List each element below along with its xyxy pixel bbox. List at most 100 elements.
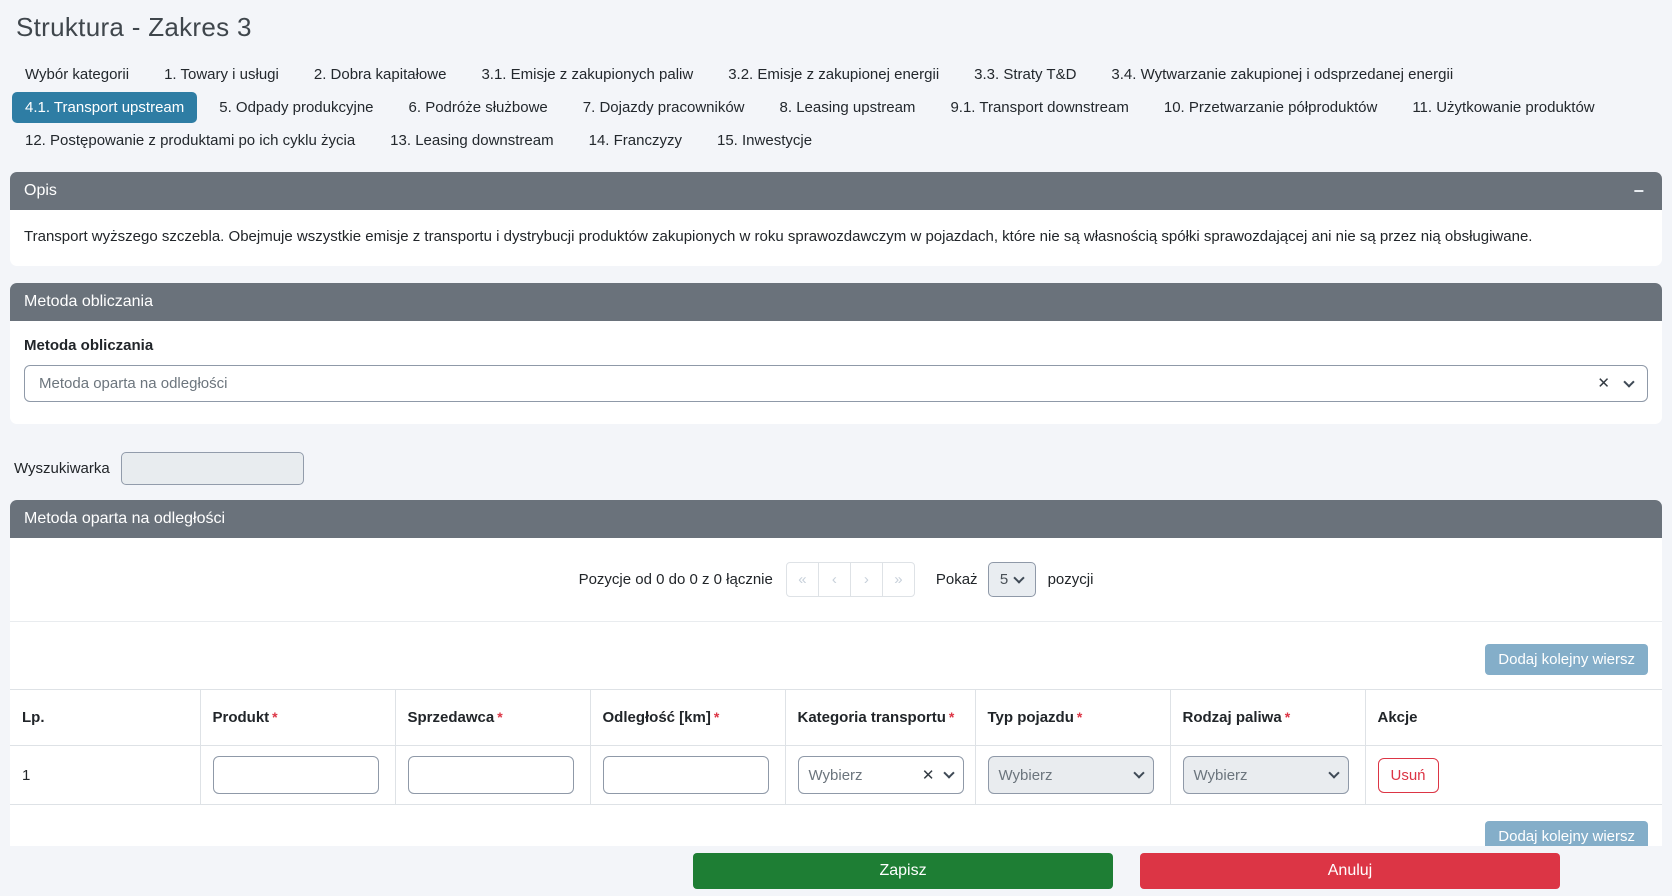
clear-icon[interactable]: ✕ bbox=[1597, 376, 1610, 391]
column-header-lp: Lp. bbox=[10, 689, 201, 746]
column-label: Kategoria transportu bbox=[797, 709, 946, 726]
metoda-header-label: Metoda obliczania bbox=[24, 293, 153, 310]
metoda-field-label: Metoda obliczania bbox=[24, 337, 154, 354]
collapse-minus-icon[interactable]: − bbox=[1629, 182, 1648, 200]
page-prev-button[interactable]: ‹ bbox=[817, 562, 851, 597]
column-header-kategoria-transportu: Kategoria transportu * bbox=[785, 689, 976, 746]
column-header-produkt: Produkt * bbox=[200, 689, 396, 746]
chevron-down-icon bbox=[1013, 571, 1025, 584]
required-asterisk: * bbox=[713, 709, 720, 725]
tab-13-leasing-downstream[interactable]: 13. Leasing downstream bbox=[377, 125, 566, 156]
column-label: Odległość [km] bbox=[602, 709, 711, 726]
opis-description-text: Transport wyższego szczebla. Obejmuje ws… bbox=[24, 228, 1533, 245]
tab-10-przetwarzanie-polproduktow[interactable]: 10. Przetwarzanie półproduktów bbox=[1151, 92, 1390, 123]
column-label: Lp. bbox=[22, 709, 45, 726]
metoda-obliczania-select[interactable]: Metoda oparta na odległości ✕ bbox=[24, 365, 1648, 402]
produkt-input[interactable] bbox=[212, 756, 379, 794]
typ-pojazdu-placeholder: Wybierz bbox=[998, 766, 1053, 784]
search-label: Wyszukiwarka bbox=[14, 460, 110, 477]
tab-15-inwestycje[interactable]: 15. Inwestycje bbox=[704, 125, 825, 156]
tab-5-odpady-produkcyjne[interactable]: 5. Odpady produkcyjne bbox=[206, 92, 386, 123]
tab-1-towary-i-uslugi[interactable]: 1. Towary i usługi bbox=[151, 59, 292, 90]
cell-typ-pojazdu: Wybierz bbox=[975, 745, 1171, 805]
tab-7-dojazdy-pracownikow[interactable]: 7. Dojazdy pracowników bbox=[570, 92, 758, 123]
kategoria-select-icons: ✕ bbox=[922, 767, 955, 783]
tab-11-uzytkowanie-produktow[interactable]: 11. Użytkowanie produktów bbox=[1399, 92, 1607, 123]
typ-pojazdu-select[interactable]: Wybierz bbox=[987, 756, 1154, 794]
required-asterisk: * bbox=[948, 709, 955, 725]
tab-3-3-straty-td[interactable]: 3.3. Straty T&D bbox=[961, 59, 1089, 90]
distance-method-table: Lp. Produkt * Sprzedawca * Odległość [km] *… bbox=[10, 689, 1662, 805]
pager-group: « ‹ › » bbox=[785, 562, 915, 597]
cancel-button[interactable]: Anuluj bbox=[1140, 853, 1560, 889]
tab-2-dobra-kapitalowe[interactable]: 2. Dobra kapitałowe bbox=[301, 59, 460, 90]
delete-row-button[interactable]: Usuń bbox=[1377, 757, 1439, 793]
column-label: Typ pojazdu bbox=[987, 709, 1074, 726]
cell-produkt bbox=[200, 745, 396, 805]
tab-12-postepowanie-z-produktami[interactable]: 12. Postępowanie z produktami po ich cyk… bbox=[12, 125, 368, 156]
page-last-button[interactable]: » bbox=[881, 562, 915, 597]
distance-method-header-label: Metoda oparta na odległości bbox=[24, 510, 226, 527]
cell-lp: 1 bbox=[10, 745, 201, 805]
add-row-bar-top: Dodaj kolejny wiersz bbox=[10, 622, 1662, 689]
metoda-selected-value: Metoda oparta na odległości bbox=[39, 375, 228, 392]
add-row-button-top[interactable]: Dodaj kolejny wiersz bbox=[1485, 644, 1648, 675]
required-asterisk: * bbox=[272, 709, 278, 725]
cell-odleglosc bbox=[590, 745, 786, 805]
odleglosc-input[interactable] bbox=[602, 756, 769, 794]
column-header-odleglosc: Odległość [km] * bbox=[590, 689, 786, 746]
main-page: Struktura - Zakres 3 Wybór kategorii 1. … bbox=[0, 12, 1672, 860]
cell-akcje: Usuń bbox=[1365, 745, 1662, 805]
page-size-value: 5 bbox=[999, 571, 1009, 588]
page-next-button[interactable]: › bbox=[849, 562, 883, 597]
chevron-down-icon bbox=[1327, 767, 1340, 779]
opis-body: Transport wyższego szczebla. Obejmuje ws… bbox=[10, 210, 1662, 266]
row-number: 1 bbox=[22, 766, 31, 784]
required-asterisk: * bbox=[1284, 709, 1291, 725]
column-header-rodzaj-paliwa: Rodzaj paliwa * bbox=[1170, 689, 1366, 746]
tab-row-1: Wybór kategorii 1. Towary i usługi 2. Do… bbox=[12, 59, 1660, 90]
cell-sprzedawca bbox=[395, 745, 591, 805]
table-header-row: Lp. Produkt * Sprzedawca * Odległość [km] *… bbox=[10, 689, 1662, 746]
kategoria-placeholder: Wybierz bbox=[808, 766, 863, 784]
cell-kategoria-transportu: Wybierz ✕ bbox=[785, 745, 976, 805]
chevron-down-icon[interactable] bbox=[1623, 375, 1635, 388]
clear-icon[interactable]: ✕ bbox=[922, 768, 935, 783]
tab-4-1-transport-upstream-active[interactable]: 4.1. Transport upstream bbox=[12, 92, 198, 123]
column-header-sprzedawca: Sprzedawca * bbox=[395, 689, 591, 746]
distance-method-card-header: Metoda oparta na odległości bbox=[10, 500, 1662, 538]
page-first-button[interactable]: « bbox=[785, 562, 819, 597]
search-input[interactable] bbox=[120, 452, 304, 485]
metoda-body: Metoda obliczania Metoda oparta na odleg… bbox=[10, 321, 1662, 424]
chevron-down-icon[interactable] bbox=[942, 767, 955, 779]
category-tabs: Wybór kategorii 1. Towary i usługi 2. Do… bbox=[12, 59, 1660, 156]
table-row: 1 Wybierz ✕ Wybierz Wybierz Usuń bbox=[10, 745, 1662, 805]
tab-9-1-transport-downstream[interactable]: 9.1. Transport downstream bbox=[937, 92, 1141, 123]
required-asterisk: * bbox=[1076, 709, 1083, 725]
metoda-select-icons: ✕ bbox=[1597, 375, 1635, 391]
tab-3-1-emisje-z-zakupionych-paliw[interactable]: 3.1. Emisje z zakupionych paliw bbox=[468, 59, 706, 90]
opis-card-header: Opis − bbox=[10, 172, 1662, 210]
search-row: Wyszukiwarka bbox=[14, 452, 1658, 485]
tab-row-2: 4.1. Transport upstream 5. Odpady produk… bbox=[12, 92, 1660, 123]
page-size-select[interactable]: 5 bbox=[987, 562, 1036, 597]
typ-pojazdu-select-icons bbox=[1132, 767, 1145, 779]
tab-3-2-emisje-z-zakupionej-energii[interactable]: 3.2. Emisje z zakupionej energii bbox=[715, 59, 952, 90]
tab-6-podroze-sluzbowe[interactable]: 6. Podróże służbowe bbox=[396, 92, 561, 123]
kategoria-transportu-select[interactable]: Wybierz ✕ bbox=[797, 756, 964, 794]
column-label: Rodzaj paliwa bbox=[1182, 709, 1282, 726]
column-header-typ-pojazdu: Typ pojazdu * bbox=[975, 689, 1171, 746]
distance-method-card: Metoda oparta na odległości Pozycje od 0… bbox=[10, 500, 1662, 860]
chevron-down-icon bbox=[1132, 767, 1145, 779]
column-label: Sprzedawca bbox=[407, 709, 495, 726]
show-label: Pokaż bbox=[935, 571, 978, 588]
tab-8-leasing-upstream[interactable]: 8. Leasing upstream bbox=[767, 92, 929, 123]
save-button[interactable]: Zapisz bbox=[693, 853, 1113, 889]
rodzaj-paliwa-select[interactable]: Wybierz bbox=[1182, 756, 1349, 794]
tab-3-4-wytwarzanie-energii[interactable]: 3.4. Wytwarzanie zakupionej i odsprzedan… bbox=[1098, 59, 1466, 90]
sprzedawca-input[interactable] bbox=[407, 756, 574, 794]
metoda-card: Metoda obliczania Metoda obliczania Meto… bbox=[10, 283, 1662, 424]
tab-wybor-kategorii[interactable]: Wybór kategorii bbox=[12, 59, 142, 90]
column-label: Produkt bbox=[212, 709, 270, 726]
tab-14-franczyzy[interactable]: 14. Franczyzy bbox=[576, 125, 695, 156]
